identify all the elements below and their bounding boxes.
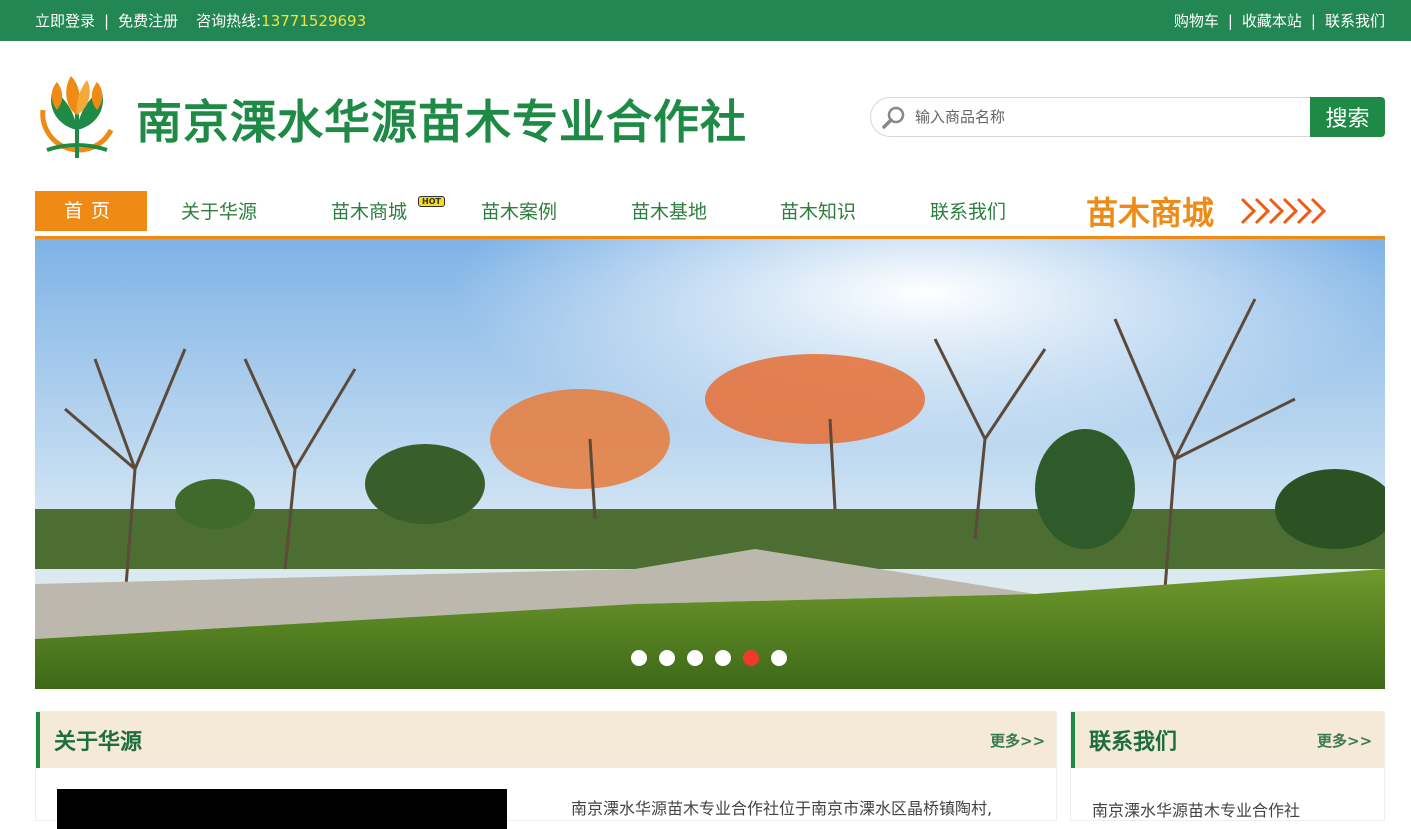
about-text: 南京溧水华源苗木专业合作社位于南京市溧水区晶桥镇陶村, xyxy=(571,799,993,818)
nav-item-mall[interactable]: 苗木商城 xyxy=(331,191,407,236)
slider-dot[interactable] xyxy=(771,650,787,666)
top-bar-right: 购物车 | 收藏本站 | 联系我们 xyxy=(1174,0,1385,41)
site-title: 南京溧水华源苗木专业合作社 xyxy=(136,95,747,149)
nav-item-knowledge[interactable]: 苗木知识 xyxy=(780,191,856,236)
top-bar-left: 立即登录 | 免费注册 咨询热线: 13771529693 xyxy=(35,0,366,41)
slider-dot[interactable] xyxy=(687,650,703,666)
hotline-label: 咨询热线: xyxy=(196,12,262,30)
slider-dots xyxy=(631,650,799,666)
bookmark-link[interactable]: 收藏本站 xyxy=(1242,10,1302,31)
contact-link[interactable]: 联系我们 xyxy=(1325,10,1385,31)
separator: | xyxy=(104,11,110,30)
separator: | xyxy=(1227,11,1233,30)
contact-text: 南京溧水华源苗木专业合作社 xyxy=(1092,801,1301,820)
contact-more-link[interactable]: 更多>> xyxy=(1317,730,1372,751)
search-box xyxy=(870,97,1311,137)
double-chevron-right-icon xyxy=(1240,197,1326,225)
contact-panel-title: 联系我们 xyxy=(1089,730,1178,755)
nav-item-contact[interactable]: 联系我们 xyxy=(930,191,1006,236)
slider-dot[interactable] xyxy=(715,650,731,666)
slider-dot-active[interactable] xyxy=(743,650,759,666)
hot-badge: HOT xyxy=(418,196,445,207)
about-panel-title: 关于华源 xyxy=(54,730,143,755)
slider-dot[interactable] xyxy=(659,650,675,666)
logo-emblem-icon xyxy=(40,76,114,158)
search-button[interactable]: 搜索 xyxy=(1310,97,1385,137)
contact-panel-header: 联系我们 更多>> xyxy=(1071,712,1384,768)
mall-banner-text[interactable]: 苗木商城 xyxy=(1086,188,1214,234)
about-more-link[interactable]: 更多>> xyxy=(990,730,1045,751)
slider-dot[interactable] xyxy=(631,650,647,666)
park-scene-image xyxy=(35,239,1385,689)
cart-link[interactable]: 购物车 xyxy=(1174,10,1219,31)
nav-item-base[interactable]: 苗木基地 xyxy=(631,191,707,236)
hero-banner[interactable] xyxy=(35,239,1385,689)
top-bar: 立即登录 | 免费注册 咨询热线: 13771529693 购物车 | 收藏本站… xyxy=(0,0,1411,41)
separator: | xyxy=(1310,11,1316,30)
about-image xyxy=(57,789,507,829)
hotline-number: 13771529693 xyxy=(261,11,367,30)
search-input[interactable] xyxy=(915,98,1305,136)
site-logo[interactable] xyxy=(35,70,119,162)
nav-item-home[interactable]: 首页 xyxy=(35,191,147,231)
about-panel-header: 关于华源 更多>> xyxy=(36,712,1056,768)
search-icon xyxy=(882,106,905,129)
nav-item-about[interactable]: 关于华源 xyxy=(181,191,257,236)
login-link[interactable]: 立即登录 xyxy=(35,10,95,31)
nav-item-cases[interactable]: 苗木案例 xyxy=(481,191,557,236)
register-link[interactable]: 免费注册 xyxy=(118,10,178,31)
